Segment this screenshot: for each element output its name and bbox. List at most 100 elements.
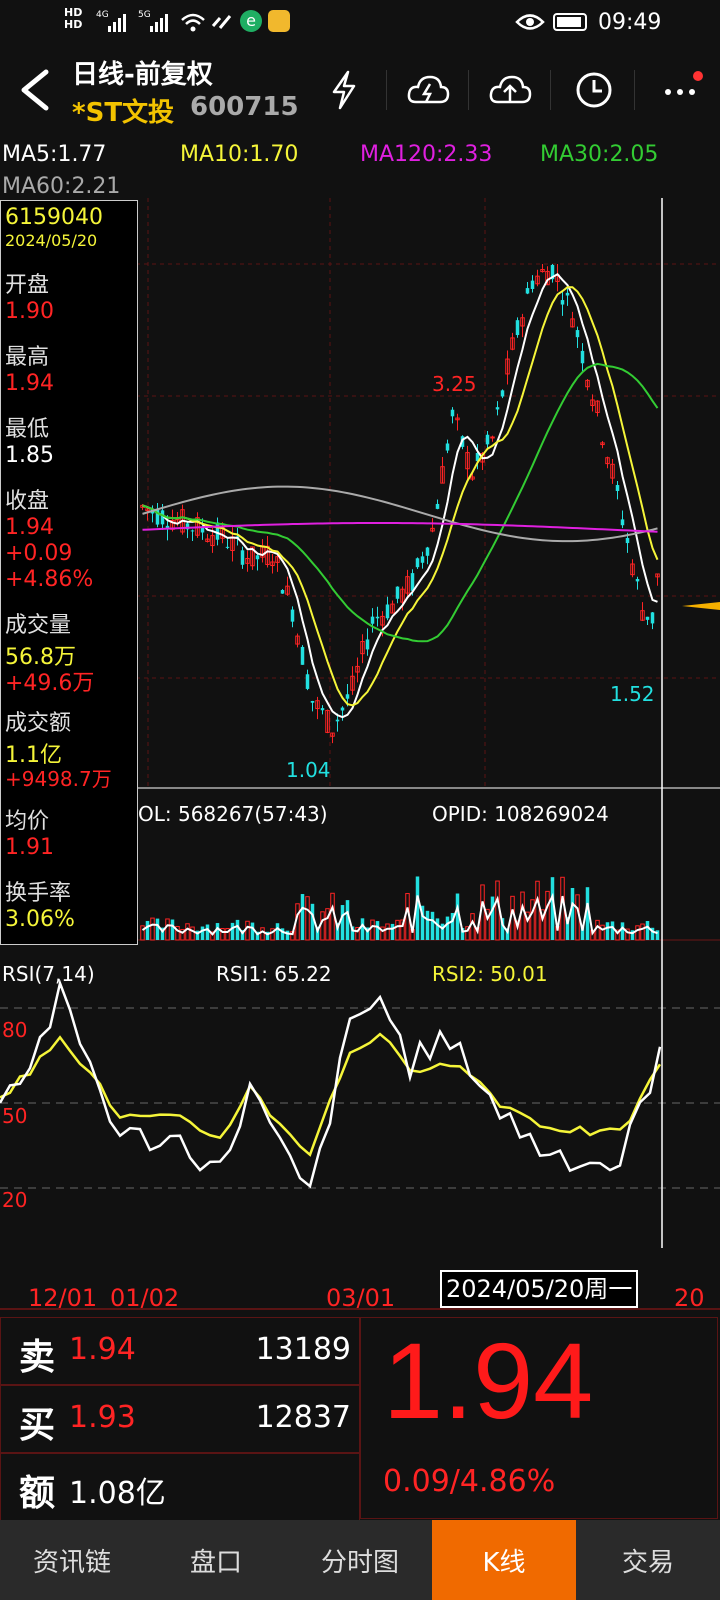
candle-body [515,320,520,336]
lightning-icon [332,70,356,110]
volume-bar [435,918,440,940]
buy-volume: 12837 [255,1400,351,1435]
cloud-upload-icon [489,75,532,104]
volume-bar [545,890,550,941]
low-label: 最低 [5,417,50,442]
more-button[interactable] [656,68,708,112]
tab-order-book[interactable]: 盘口 [144,1520,288,1600]
cursor-date-box: 2024/05/20周一 [440,1270,639,1308]
rsi-level-80: 80 [2,1018,28,1042]
volume-bar [360,918,365,940]
candle-body [560,300,565,305]
amount-row-label: 额 [19,1473,56,1514]
candle-body [575,330,580,338]
tab-intraday[interactable]: 分时图 [288,1520,432,1600]
moving-average-lines [142,272,659,719]
current-price: 1.94 [383,1320,594,1441]
volume-bar [470,913,475,941]
sell-price: 1.94 [69,1332,136,1367]
cloud-sync-button[interactable] [402,68,454,112]
change-pct-value: +4.86% [5,567,94,592]
ma30-label: MA30:2.05 [540,142,659,167]
volume-bar [305,896,310,941]
signal-icon [108,14,126,32]
signal-badges: HD HD [64,7,82,31]
candle-body [240,550,245,565]
volume-bar [390,923,395,940]
lightning-button[interactable] [318,68,370,112]
tab-news-chain[interactable]: 资讯链 [0,1520,144,1600]
candle-body [305,674,310,689]
quote-panel: 卖 1.94 13189 买 1.93 12837 额 1.08亿 1.94 0… [0,1313,720,1521]
candle-body [495,407,500,410]
candle-body [410,573,415,591]
candle-body [300,646,305,665]
signal-icon-2 [150,14,168,32]
candle-body [620,519,625,526]
candle-body [335,719,340,722]
volume-bar [145,920,150,940]
sell-label: 卖 [19,1337,56,1378]
candle-body [385,604,390,619]
recent-low-mark: 1.52 [610,682,655,706]
rsi-grid [0,1007,720,1189]
candle-body [415,558,420,568]
cloud-upload-button[interactable] [484,68,536,112]
ma60-label: MA60:2.21 [2,174,121,199]
rsi1-value: RSI1: 65.22 [216,962,332,986]
candle-body [445,443,450,451]
volume-bar [140,925,145,941]
volume-bar [170,919,175,940]
open-value: 1.90 [5,299,54,324]
price-change: 0.09/4.86% [383,1464,556,1499]
current-price-marker [682,602,720,610]
rsi2-line [0,1032,662,1157]
history-button[interactable] [568,68,620,112]
tab-kline[interactable]: K线 [432,1520,576,1600]
candle-body [190,530,195,532]
sell-volume: 13189 [255,1332,351,1367]
volume-bar [375,921,380,940]
volume-bar [635,925,640,941]
rsi-level-20: 20 [2,1188,28,1212]
candle-body [525,288,530,294]
volume-bar [190,926,195,941]
app-photo-icon [268,10,290,32]
chart-mode-title[interactable]: 日线-前复权 [72,54,213,91]
candle-body [395,586,400,599]
candle-body [615,485,620,491]
candle-body [215,522,220,540]
open-label: 开盘 [5,273,50,298]
candle-body [425,547,430,556]
candle-body [625,538,630,544]
rsi2-value: RSI2: 50.01 [432,962,548,986]
candle-body [565,292,570,296]
volume-bar [490,896,495,940]
candle-body [290,609,295,622]
ma120-label: MA120:2.33 [360,142,493,167]
volume-bar [530,899,535,941]
tab-trade[interactable]: 交易 [576,1520,720,1600]
candle-body [530,280,535,289]
header-divider [550,70,551,110]
rsi-title: RSI(7,14) [2,962,95,986]
amount-change-value: +9498.7万 [5,767,112,791]
volume-bar [245,920,250,941]
rsi1-line [0,978,662,1189]
volume-bar [300,894,305,940]
volume-bar [205,924,210,940]
volume-bar [275,923,280,940]
volume-bar [605,922,610,940]
back-arrow-icon[interactable] [14,68,54,112]
buy-price: 1.93 [69,1400,136,1435]
volume-bar [395,919,400,941]
volume-bar [150,917,155,941]
volume-change-value: +49.6万 [5,671,95,696]
link-icon [211,15,232,29]
candle-body [500,390,505,397]
high-price-mark: 3.25 [432,372,477,396]
low-value: 1.85 [5,443,54,468]
price-box: 1.94 0.09/4.86% [360,1317,718,1519]
high-value: 1.94 [5,371,54,396]
candle-body [580,350,585,364]
